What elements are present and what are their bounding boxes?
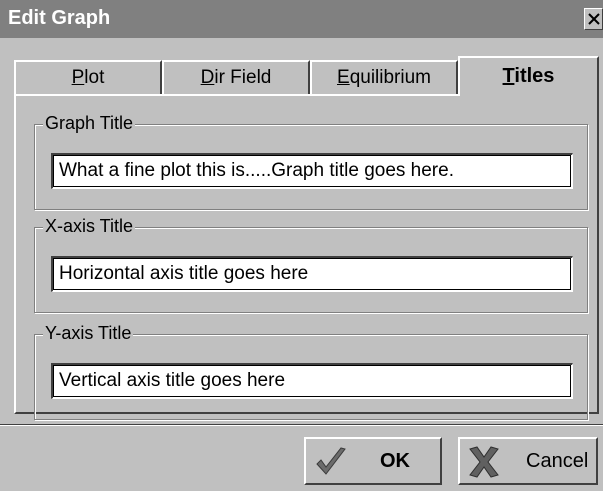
tab-plot-label: lot (84, 67, 105, 88)
graph-title-legend: Graph Title (43, 113, 136, 134)
tab-titles-mnemonic: T (502, 65, 515, 87)
tab-dir-field-label: ir Field (214, 67, 272, 88)
x-axis-title-legend: X-axis Title (43, 216, 136, 237)
tab-dir-field[interactable]: Dir Field (162, 60, 310, 94)
cancel-label: Cancel (526, 450, 589, 472)
close-button[interactable] (584, 8, 603, 30)
tab-plot[interactable]: Plot (14, 60, 162, 94)
tab-equilibrium-mnemonic: E (337, 67, 350, 88)
edit-graph-dialog: Edit Graph Plot Dir Field Equilibrium Ti… (0, 0, 603, 491)
footer-divider (0, 424, 603, 426)
y-axis-title-group: Y-axis Title Vertical axis title goes he… (34, 323, 588, 420)
checkmark-icon (316, 447, 346, 475)
tab-equilibrium[interactable]: Equilibrium (310, 60, 458, 94)
close-icon (588, 13, 600, 25)
y-axis-title-legend: Y-axis Title (43, 323, 134, 344)
title-bar[interactable]: Edit Graph (0, 0, 603, 38)
window-title: Edit Graph (8, 7, 111, 29)
tab-dir-field-mnemonic: D (200, 67, 215, 88)
tab-equilibrium-label: quilibrium (349, 67, 431, 88)
ok-label: OK (380, 450, 410, 472)
cancel-button[interactable]: Cancel (458, 437, 598, 485)
ok-button[interactable]: OK (304, 437, 442, 485)
x-axis-title-input[interactable]: Horizontal axis title goes here (51, 256, 573, 292)
y-axis-title-input[interactable]: Vertical axis title goes here (51, 363, 573, 399)
graph-title-input[interactable]: What a fine plot this is.....Graph title… (51, 153, 573, 189)
graph-title-group: Graph Title What a fine plot this is....… (34, 113, 588, 210)
tab-titles[interactable]: Titles (458, 56, 599, 96)
x-axis-title-group: X-axis Title Horizontal axis title goes … (34, 216, 588, 313)
tab-titles-label: itles (514, 65, 555, 87)
x-icon (469, 446, 499, 478)
tab-plot-mnemonic: P (71, 67, 85, 88)
